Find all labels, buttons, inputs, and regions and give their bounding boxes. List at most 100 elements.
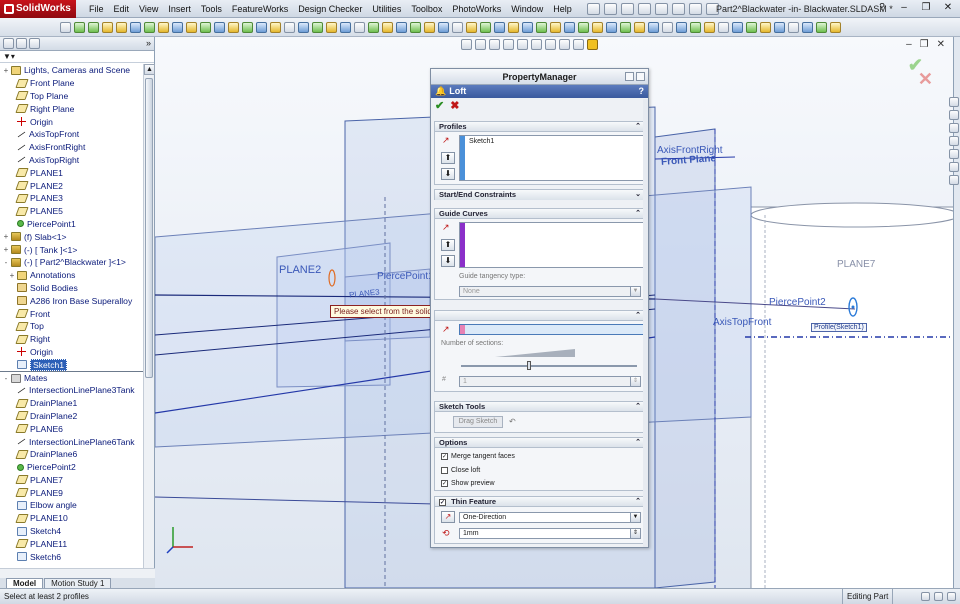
centerline-field[interactable] (459, 324, 644, 335)
toolbar-button-icon[interactable] (130, 21, 141, 33)
tree-item[interactable]: AxisFrontRight (0, 141, 143, 154)
expand-toggle-icon[interactable]: + (8, 271, 16, 280)
tree-item[interactable]: AxisTopRight (0, 154, 143, 167)
resources-icon[interactable] (949, 97, 959, 107)
toolbar-button-icon[interactable] (704, 21, 715, 33)
tree-item[interactable]: Sketch6 (0, 550, 143, 563)
start-end-section-header[interactable]: Start/End Constraints ⌄ (435, 190, 644, 200)
toolbar-button-icon[interactable] (746, 21, 757, 33)
drag-sketch-button[interactable]: Drag Sketch (453, 416, 503, 428)
collapse-icon[interactable]: ⌃ (635, 438, 641, 448)
ok-button[interactable]: ✔ (435, 99, 444, 112)
profile-item[interactable]: Sketch1 (469, 138, 494, 145)
guide-move-up-button[interactable]: ⬆ (441, 239, 455, 251)
toolbar-button-icon[interactable] (102, 21, 113, 33)
tree-item[interactable]: IntersectionLinePlane3Tank (0, 384, 143, 397)
property-manager-tab-icon[interactable] (16, 38, 27, 49)
move-up-button[interactable]: ⬆ (441, 152, 455, 164)
toolbar-button-icon[interactable] (242, 21, 253, 33)
filter-icon[interactable]: ▼▾ (3, 52, 15, 61)
tree-item[interactable]: Front (0, 307, 143, 320)
merge-tangent-faces-checkbox[interactable]: ✓ Merge tangent faces (441, 453, 515, 460)
toolbar-button-icon[interactable] (340, 21, 351, 33)
tree-item[interactable]: Sketch1 (0, 358, 143, 371)
undo-sketch-icon[interactable]: ↶ (509, 417, 516, 426)
rebuild-status-icon[interactable] (921, 592, 930, 601)
collapse-icon[interactable]: ⌃ (635, 209, 641, 219)
guide-curves-section-header[interactable]: Guide Curves ⌃ (435, 209, 644, 219)
toolbar-button-icon[interactable] (522, 21, 533, 33)
toolbar-button-icon[interactable] (606, 21, 617, 33)
tree-item[interactable]: DrainPlane1 (0, 397, 143, 410)
toolbar-button-icon[interactable] (452, 21, 463, 33)
expand-panel-icon[interactable]: » (146, 38, 151, 49)
tree-item[interactable]: Origin (0, 115, 143, 128)
minimize-icon[interactable]: – (898, 2, 910, 13)
menu-edit[interactable]: Edit (109, 0, 135, 18)
collapse-icon[interactable]: ⌃ (635, 122, 641, 132)
toolbar-button-icon[interactable] (256, 21, 267, 33)
chevron-down-icon[interactable]: ▼ (630, 287, 640, 296)
tree-item[interactable]: PLANE3 (0, 192, 143, 205)
collapse-icon[interactable]: ⌃ (635, 497, 641, 507)
toolbar-button-icon[interactable] (718, 21, 729, 33)
menu-help[interactable]: Help (548, 0, 577, 18)
expand-toggle-icon[interactable]: + (2, 66, 10, 75)
section-view-icon[interactable] (503, 38, 514, 50)
menu-featureworks[interactable]: FeatureWorks (227, 0, 293, 18)
cancel-button[interactable]: ✖ (450, 99, 459, 112)
sections-slider-track[interactable] (461, 365, 637, 367)
display-style-icon[interactable] (531, 38, 542, 50)
toolbar-button-icon[interactable] (536, 21, 547, 33)
toolbar-button-icon[interactable] (816, 21, 827, 33)
toolbar-button-icon[interactable] (424, 21, 435, 33)
tree-item[interactable]: Right Plane (0, 102, 143, 115)
expand-toggle-icon[interactable]: + (2, 232, 10, 241)
toolbar-button-icon[interactable] (172, 21, 183, 33)
tree-item[interactable]: Front Plane (0, 77, 143, 90)
menu-photoworks[interactable]: PhotoWorks (447, 0, 506, 18)
zoom-to-fit-icon[interactable] (461, 38, 472, 50)
appearances-icon[interactable] (949, 162, 959, 172)
tree-item[interactable]: + (-) [ Tank ]<1> (0, 243, 143, 256)
search-icon[interactable] (949, 136, 959, 146)
toolbar-button-icon[interactable] (732, 21, 743, 33)
centerline-section-header[interactable]: ⌃ (435, 311, 644, 321)
reverse-direction-button[interactable]: ↗ (441, 511, 455, 523)
checkbox-unchecked-icon[interactable] (441, 467, 448, 474)
tree-item[interactable]: + Annotations (0, 269, 143, 282)
close-loft-checkbox[interactable]: Close loft (441, 467, 480, 474)
tree-item[interactable]: PLANE10 (0, 512, 143, 525)
design-library-icon[interactable] (949, 110, 959, 120)
toolbar-button-icon[interactable] (466, 21, 477, 33)
feature-manager-tab-icon[interactable] (3, 38, 14, 49)
toolbar-button-icon[interactable] (186, 21, 197, 33)
toolbar-button-icon[interactable] (592, 21, 603, 33)
tree-item[interactable]: + Lights, Cameras and Scene (0, 64, 143, 77)
toolbar-button-icon[interactable] (60, 21, 71, 33)
configuration-manager-tab-icon[interactable] (29, 38, 40, 49)
profile-callout[interactable]: Profile(Sketch1) (811, 323, 867, 332)
zoom-area-icon[interactable] (475, 38, 486, 50)
tree-horizontal-scrollbar[interactable] (0, 568, 155, 578)
toolbar-button-icon[interactable] (326, 21, 337, 33)
toolbar-button-icon[interactable] (144, 21, 155, 33)
toolbar-button-icon[interactable] (690, 21, 701, 33)
pm-scrollbar[interactable] (643, 99, 648, 547)
expand-icon[interactable]: ⌄ (635, 190, 641, 200)
view-settings-icon[interactable] (587, 38, 598, 50)
toolbar-button-icon[interactable] (284, 21, 295, 33)
file-explorer-icon[interactable] (949, 123, 959, 133)
sections-spinbox[interactable]: 1 ⇕ (459, 376, 641, 387)
apply-scene-icon[interactable] (573, 38, 584, 50)
scroll-up-icon[interactable]: ▲ (144, 64, 155, 75)
tree-item[interactable]: + (f) Slab<1> (0, 230, 143, 243)
toolbar-button-icon[interactable] (410, 21, 421, 33)
scroll-thumb[interactable] (145, 78, 153, 378)
restore-icon[interactable]: ❐ (920, 39, 929, 50)
profiles-list[interactable]: Sketch1 (459, 135, 644, 181)
save-icon[interactable] (620, 2, 634, 15)
tree-item[interactable]: A286 Iron Base Superalloy (0, 294, 143, 307)
toolbar-button-icon[interactable] (158, 21, 169, 33)
tree-item[interactable]: PiercePoint1 (0, 218, 143, 231)
